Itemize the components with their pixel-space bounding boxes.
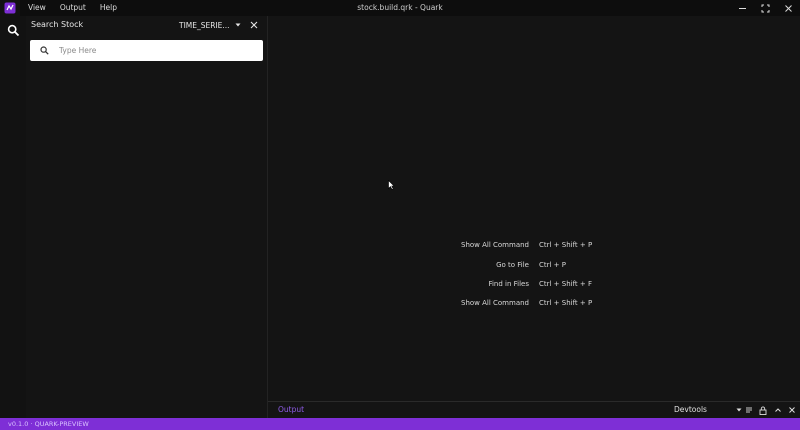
search-stock-panel: Search Stock TIME_SERIE... (26, 16, 268, 418)
window-controls (731, 0, 800, 16)
minimize-icon (739, 7, 746, 9)
menu-output[interactable]: Output (60, 0, 86, 16)
shortcut-row: Find in Files Ctrl + Shift + F (268, 280, 800, 292)
devtools-dropdown-value: Devtools (674, 405, 707, 414)
maximize-button[interactable] (754, 0, 777, 16)
caret-down-icon (736, 408, 742, 411)
chevron-up-icon (775, 408, 781, 412)
shortcut-label: Show All Command (461, 241, 529, 249)
status-bar: v0.1.0 · QUARK-PREVIEW (0, 418, 800, 430)
lock-icon (759, 406, 767, 415)
app-window: View Output Help stock.build.qrk - Quark (0, 0, 800, 430)
maximize-icon (761, 4, 770, 12)
shortcut-label: Find in Files (488, 280, 529, 288)
menu-bar: View Output Help (28, 0, 131, 16)
status-text: v0.1.0 · QUARK-PREVIEW (8, 420, 89, 428)
shortcut-keys: Ctrl + Shift + P (539, 241, 593, 249)
panel-header: Search Stock TIME_SERIE... (26, 16, 267, 36)
menu-view[interactable]: View (28, 0, 46, 16)
lock-scroll-button[interactable] (758, 405, 768, 415)
editor-area: Show All Command Ctrl + Shift + P Go to … (268, 16, 800, 400)
menu-help[interactable]: Help (100, 0, 117, 16)
activity-search-button[interactable] (0, 16, 26, 44)
minimize-button[interactable] (731, 0, 754, 16)
list-lines-icon (746, 407, 752, 413)
close-icon (789, 407, 795, 413)
maximize-panel-button[interactable] (773, 405, 783, 415)
shortcut-row: Show All Command Ctrl + Shift + P (268, 241, 800, 253)
panel-title: Search Stock (31, 20, 84, 29)
search-icon (40, 46, 50, 56)
bottom-panel-bar: Output Devtools (268, 401, 800, 418)
panel-close-button[interactable] (248, 19, 260, 31)
shortcut-keys: Ctrl + Shift + F (539, 280, 593, 288)
title-bar: View Output Help stock.build.qrk - Quark (0, 0, 800, 16)
devtools-dropdown[interactable]: Devtools (674, 405, 743, 414)
mouse-cursor-icon (388, 175, 396, 194)
close-icon (785, 4, 792, 12)
series-dropdown[interactable]: TIME_SERIE... (179, 19, 242, 31)
close-panel-button[interactable] (787, 405, 797, 415)
quark-logo-icon[interactable] (0, 0, 20, 16)
shortcut-row: Show All Command Ctrl + Shift + P (268, 299, 800, 311)
shortcut-label: Go to File (496, 261, 529, 269)
series-dropdown-value: TIME_SERIE... (179, 20, 230, 30)
activity-bar (0, 16, 26, 418)
shortcut-row: Go to File Ctrl + P (268, 261, 800, 273)
stock-search-input[interactable] (59, 46, 249, 55)
shortcut-label: Show All Command (461, 299, 529, 307)
stock-search-box[interactable] (30, 40, 263, 61)
search-icon (7, 24, 19, 36)
shortcut-keys: Ctrl + Shift + P (539, 299, 593, 307)
clear-output-button[interactable] (744, 405, 754, 415)
tab-output[interactable]: Output (278, 405, 304, 414)
close-icon (250, 21, 258, 29)
caret-down-icon (235, 23, 241, 27)
close-window-button[interactable] (777, 0, 800, 16)
shortcut-keys: Ctrl + P (539, 261, 566, 269)
